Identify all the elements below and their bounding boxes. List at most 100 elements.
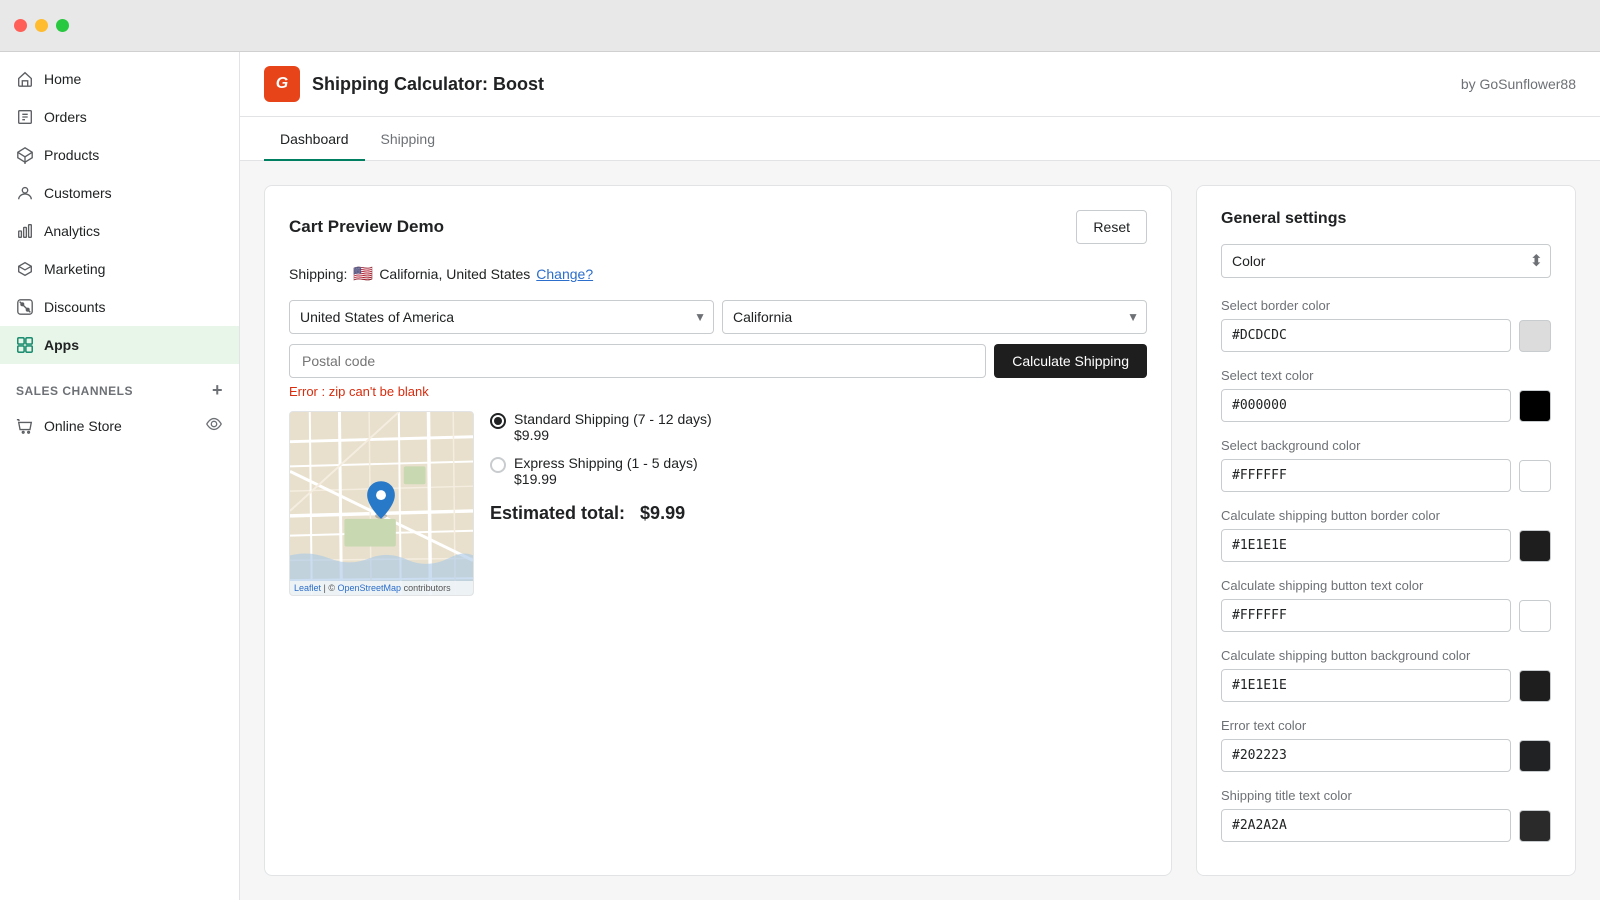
customers-icon (16, 184, 34, 202)
state-select[interactable]: California New York Texas Florida (722, 300, 1147, 334)
standard-radio[interactable] (490, 413, 506, 429)
bg-color-swatch[interactable] (1519, 460, 1551, 492)
shipping-title-text-input[interactable] (1221, 809, 1511, 842)
border-color-swatch[interactable] (1519, 320, 1551, 352)
shipping-line: Shipping: 🇺🇸 California, United States C… (289, 264, 1147, 284)
error-message: Error : zip can't be blank (289, 384, 1147, 399)
sidebar-item-products[interactable]: Products (0, 136, 239, 174)
map-svg (290, 412, 473, 595)
border-color-group: Select border color (1221, 298, 1551, 352)
sidebar: Home Orders (0, 52, 240, 900)
sidebar-item-home[interactable]: Home (0, 60, 239, 98)
state-select-wrapper: California New York Texas Florida ▼ (722, 300, 1147, 334)
error-text-color-label: Error text color (1221, 718, 1551, 733)
shipping-option-express[interactable]: Express Shipping (1 - 5 days) $19.99 (490, 455, 1147, 487)
country-select[interactable]: United States of America Canada United K… (289, 300, 714, 334)
online-store-visibility-icon[interactable] (205, 415, 223, 436)
country-select-wrapper: United States of America Canada United K… (289, 300, 714, 334)
postal-code-input[interactable] (289, 344, 986, 378)
shipping-title-text-swatch[interactable] (1519, 810, 1551, 842)
add-sales-channel-btn[interactable]: + (212, 380, 223, 401)
standard-option-price: $9.99 (514, 427, 712, 443)
postal-row: Calculate Shipping (289, 344, 1147, 378)
sidebar-item-orders-label: Orders (44, 109, 87, 125)
bg-color-label: Select background color (1221, 438, 1551, 453)
contributors-text: contributors (404, 583, 451, 593)
sidebar-item-analytics[interactable]: Analytics (0, 212, 239, 250)
bg-color-input[interactable] (1221, 459, 1511, 492)
discounts-icon (16, 298, 34, 316)
sidebar-item-online-store-label: Online Store (44, 418, 122, 434)
estimated-value: $9.99 (640, 503, 685, 523)
marketing-icon (16, 260, 34, 278)
express-radio[interactable] (490, 457, 506, 473)
shipping-location: California, United States (379, 266, 530, 282)
estimated-total: Estimated total: $9.99 (490, 503, 1147, 524)
error-text-color-swatch[interactable] (1519, 740, 1551, 772)
error-text-color-group: Error text color (1221, 718, 1551, 772)
dropdowns-row: United States of America Canada United K… (289, 300, 1147, 334)
calc-btn-text-swatch[interactable] (1519, 600, 1551, 632)
mac-max-btn[interactable] (56, 19, 69, 32)
orders-icon (16, 108, 34, 126)
sidebar-item-discounts-label: Discounts (44, 299, 105, 315)
sidebar-item-orders[interactable]: Orders (0, 98, 239, 136)
app-header: G Shipping Calculator: Boost by GoSunflo… (240, 52, 1600, 117)
shipping-option-standard[interactable]: Standard Shipping (7 - 12 days) $9.99 (490, 411, 1147, 443)
sidebar-item-apps-label: Apps (44, 337, 79, 353)
shipping-title-text-group: Shipping title text color (1221, 788, 1551, 842)
sidebar-item-products-label: Products (44, 147, 99, 163)
shipping-options: Standard Shipping (7 - 12 days) $9.99 Ex… (490, 411, 1147, 524)
app-logo: G (264, 66, 300, 102)
mac-titlebar (0, 0, 1600, 52)
sales-channels-header: SALES CHANNELS + (0, 364, 239, 405)
page-body: Cart Preview Demo Reset Shipping: 🇺🇸 Cal… (240, 161, 1600, 900)
standard-option-label: Standard Shipping (7 - 12 days) (514, 411, 712, 427)
analytics-icon (16, 222, 34, 240)
express-option-price: $19.99 (514, 471, 698, 487)
tabs-bar: Dashboard Shipping (240, 117, 1600, 161)
calc-btn-border-swatch[interactable] (1519, 530, 1551, 562)
calc-btn-border-input[interactable] (1221, 529, 1511, 562)
sidebar-item-customers[interactable]: Customers (0, 174, 239, 212)
sidebar-item-marketing[interactable]: Marketing (0, 250, 239, 288)
online-store-icon (16, 417, 34, 435)
tab-shipping[interactable]: Shipping (365, 117, 452, 161)
map-attribution: Leaflet | © OpenStreetMap contributors (290, 581, 473, 595)
bg-color-group: Select background color (1221, 438, 1551, 492)
calc-btn-text-label: Calculate shipping button text color (1221, 578, 1551, 593)
mac-min-btn[interactable] (35, 19, 48, 32)
products-icon (16, 146, 34, 164)
map-container: Leaflet | © OpenStreetMap contributors (289, 411, 474, 596)
shipping-title-text-label: Shipping title text color (1221, 788, 1551, 803)
mac-close-btn[interactable] (14, 19, 27, 32)
reset-button[interactable]: Reset (1076, 210, 1147, 244)
settings-title: General settings (1221, 210, 1551, 228)
apps-icon (16, 336, 34, 354)
osm-link[interactable]: OpenStreetMap (338, 583, 402, 593)
text-color-label: Select text color (1221, 368, 1551, 383)
change-location-link[interactable]: Change? (536, 266, 593, 282)
main-content: G Shipping Calculator: Boost by GoSunflo… (240, 52, 1600, 900)
tab-dashboard[interactable]: Dashboard (264, 117, 365, 161)
calc-btn-bg-group: Calculate shipping button background col… (1221, 648, 1551, 702)
leaflet-link[interactable]: Leaflet (294, 583, 321, 593)
text-color-input[interactable] (1221, 389, 1511, 422)
error-text-color-input[interactable] (1221, 739, 1511, 772)
sidebar-item-online-store[interactable]: Online Store (0, 405, 239, 446)
shipping-label: Shipping: (289, 266, 347, 282)
map-shipping-row: Leaflet | © OpenStreetMap contributors S… (289, 411, 1147, 596)
border-color-input[interactable] (1221, 319, 1511, 352)
text-color-swatch[interactable] (1519, 390, 1551, 422)
type-select[interactable]: Color Gradient (1221, 244, 1551, 278)
sidebar-item-apps[interactable]: Apps (0, 326, 239, 364)
calc-btn-bg-swatch[interactable] (1519, 670, 1551, 702)
calc-btn-bg-input[interactable] (1221, 669, 1511, 702)
calc-btn-text-input[interactable] (1221, 599, 1511, 632)
sidebar-item-marketing-label: Marketing (44, 261, 105, 277)
sidebar-item-discounts[interactable]: Discounts (0, 288, 239, 326)
sidebar-item-home-label: Home (44, 71, 81, 87)
cart-preview-card: Cart Preview Demo Reset Shipping: 🇺🇸 Cal… (264, 185, 1172, 876)
estimated-label: Estimated total: (490, 503, 625, 523)
calculate-shipping-button[interactable]: Calculate Shipping (994, 344, 1147, 378)
